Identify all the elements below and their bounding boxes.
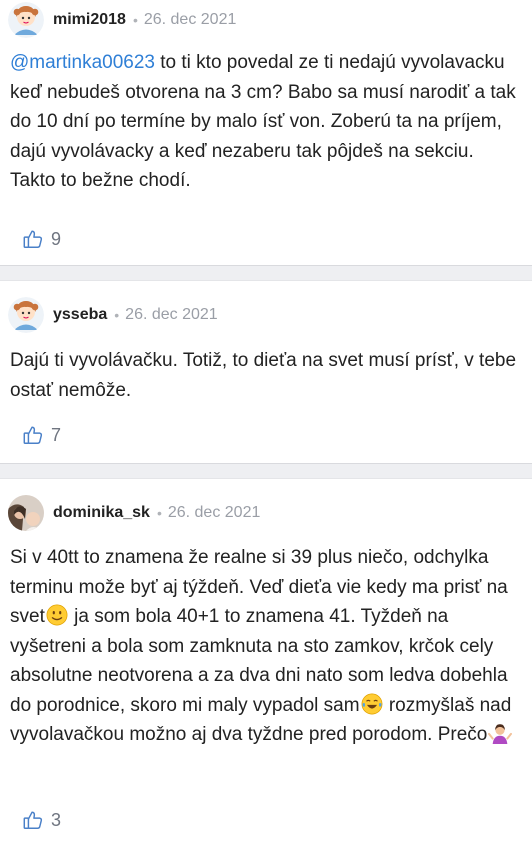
like-button[interactable]: 9 (22, 228, 61, 250)
like-count: 9 (51, 228, 62, 249)
thumbs-up-icon (23, 426, 43, 444)
separator-dot: • (156, 505, 162, 521)
separator-dot: • (132, 12, 138, 28)
comment-date: 26. dec 2021 (167, 504, 261, 521)
girl-avatar-icon[interactable] (8, 2, 44, 38)
tears-of-joy-emoji (361, 693, 382, 714)
comment-date: 26. dec 2021 (143, 11, 237, 28)
photo-avatar[interactable] (8, 495, 44, 531)
comment-divider (0, 265, 532, 281)
author-name[interactable]: dominika_sk (53, 504, 150, 522)
comment-date: 26. dec 2021 (125, 306, 218, 323)
like-count: 3 (51, 809, 62, 830)
author-name[interactable]: ysseba (53, 306, 107, 324)
comment-text: Si v 40tt to znamena že realne si 39 plu… (10, 543, 518, 750)
separator-dot: • (114, 307, 120, 323)
comment-1: mimi2018 • 26. dec 2021 @martinka00623 t… (0, 0, 532, 265)
comment-divider (0, 463, 532, 479)
comment-header: mimi2018 • 26. dec 2021 (8, 2, 236, 38)
comment-text: @martinka00623 to ti kto povedal ze ti n… (10, 48, 518, 196)
like-button[interactable]: 7 (22, 424, 61, 446)
slightly-smiling-face-emoji (46, 604, 68, 626)
comment-header: ysseba • 26. dec 2021 (8, 297, 218, 333)
comment-text: Dajú ti vyvolávačku. Totiž, to dieťa na … (10, 350, 517, 401)
author-name[interactable]: mimi2018 (53, 11, 126, 29)
comment-3: dominika_sk • 26. dec 2021 Si v 40tt to … (0, 479, 532, 849)
comment-header: dominika_sk • 26. dec 2021 (8, 495, 260, 531)
like-button[interactable]: 3 (22, 809, 61, 831)
thumbs-up-icon (23, 811, 43, 829)
like-count: 7 (51, 424, 62, 445)
comment-2: ysseba • 26. dec 2021 Dajú ti vyvolávačk… (0, 281, 532, 463)
woman-shrugging-emoji (488, 724, 513, 744)
thumbs-up-icon (23, 230, 43, 248)
girl-avatar-icon[interactable] (8, 297, 44, 333)
mention-link[interactable]: @martinka00623 (10, 52, 155, 73)
